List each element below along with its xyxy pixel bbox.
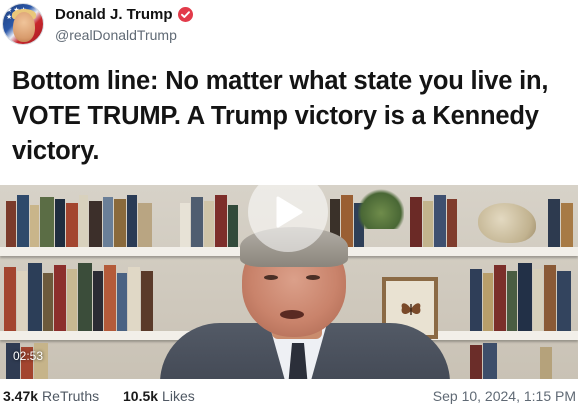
- book: [540, 347, 552, 379]
- likes-count: 10.5k: [123, 388, 159, 404]
- speaker-eye: [306, 275, 320, 280]
- book: [483, 343, 497, 379]
- book: [67, 269, 77, 331]
- book: [494, 265, 506, 331]
- video-duration: 02:53: [13, 349, 44, 363]
- book: [470, 345, 482, 379]
- book: [103, 197, 113, 249]
- author-handle[interactable]: @realDonaldTrump: [55, 27, 177, 43]
- book: [544, 265, 556, 331]
- likes-stat[interactable]: 10.5k Likes: [123, 388, 195, 404]
- book: [17, 271, 27, 331]
- book: [470, 269, 482, 331]
- book: [17, 195, 29, 249]
- book: [4, 267, 16, 331]
- speaker-eye: [264, 275, 278, 280]
- book: [138, 203, 152, 249]
- skull-decoration: [478, 203, 536, 243]
- book: [28, 263, 42, 331]
- book: [104, 265, 116, 331]
- book: [78, 263, 92, 331]
- avatar-face: [13, 12, 35, 42]
- book: [6, 201, 16, 249]
- author-name-row: Donald J. Trump: [55, 4, 193, 24]
- book: [483, 273, 493, 331]
- book: [561, 203, 573, 249]
- book: [557, 271, 571, 331]
- post-header: ★★★★★ Donald J. Trump @realDonaldTrump: [0, 0, 578, 52]
- verified-badge-icon: [177, 6, 193, 22]
- book: [507, 271, 517, 331]
- book: [114, 199, 126, 249]
- book: [533, 269, 543, 331]
- book: [141, 271, 153, 331]
- book: [127, 195, 137, 249]
- book: [548, 199, 560, 249]
- book: [66, 203, 78, 249]
- plant-decoration: [358, 189, 404, 229]
- book: [43, 273, 53, 331]
- book: [79, 195, 88, 249]
- play-button[interactable]: [248, 172, 328, 252]
- retruths-count: 3.47k: [3, 388, 39, 404]
- book: [518, 263, 532, 331]
- book: [30, 205, 39, 249]
- post-text: Bottom line: No matter what state you li…: [12, 67, 549, 165]
- post-timestamp[interactable]: Sep 10, 2024, 1:15 PM: [433, 388, 576, 404]
- retruths-label: ReTruths: [42, 388, 100, 404]
- retruths-stat[interactable]: 3.47k ReTruths: [3, 388, 99, 404]
- avatar[interactable]: ★★★★★: [2, 3, 44, 45]
- book: [128, 267, 140, 331]
- post-footer: 3.47k ReTruths 10.5k Likes Sep 10, 2024,…: [0, 386, 578, 408]
- book: [89, 201, 102, 249]
- book: [93, 271, 103, 331]
- book: [54, 265, 66, 331]
- book: [117, 273, 127, 331]
- book: [55, 199, 65, 249]
- author-display-name[interactable]: Donald J. Trump: [55, 6, 173, 23]
- speaker-mouth: [280, 310, 304, 319]
- likes-label: Likes: [162, 388, 195, 404]
- play-icon: [276, 196, 303, 228]
- book: [40, 197, 54, 249]
